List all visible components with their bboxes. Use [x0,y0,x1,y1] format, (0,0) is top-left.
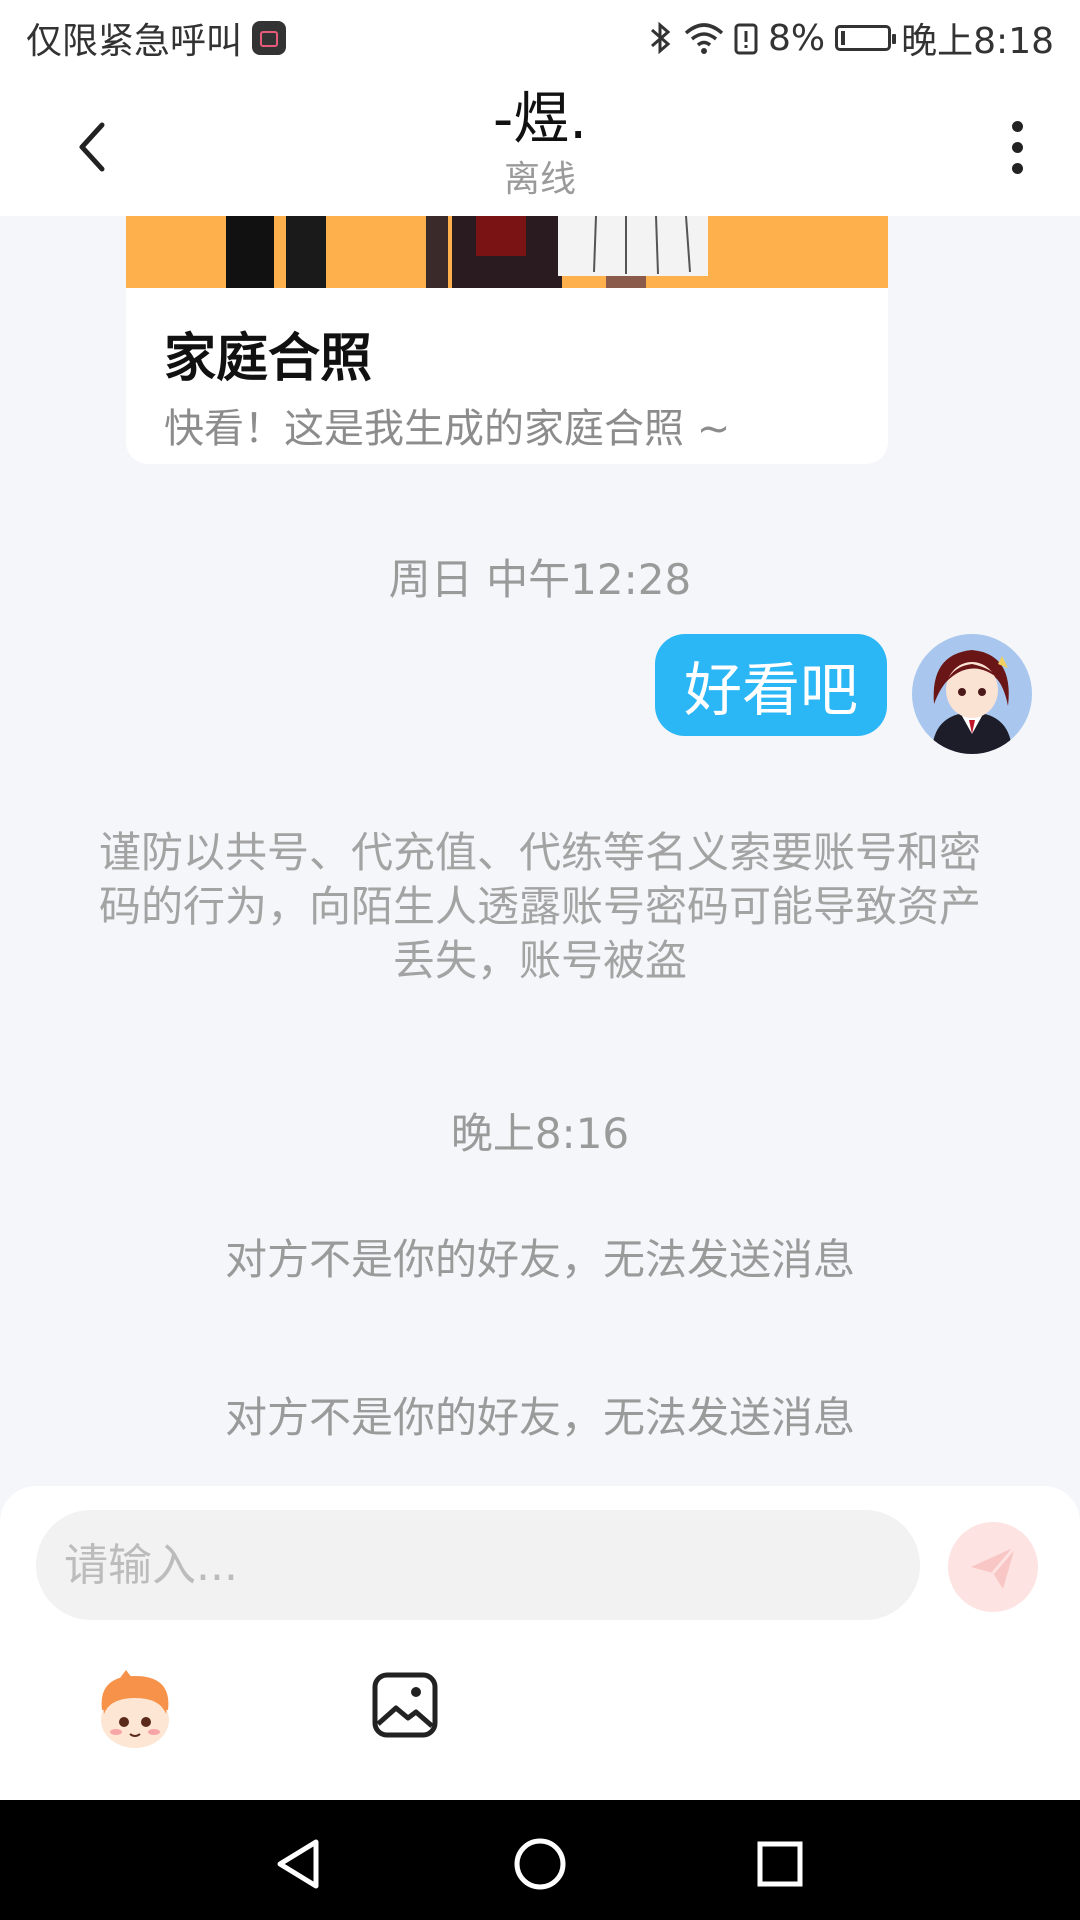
status-right: 8% 晚上8:18 [648,12,1054,64]
wifi-icon [684,23,724,54]
nav-back-icon [277,1839,319,1889]
emoji-button[interactable] [90,1670,180,1754]
card-image [126,216,888,288]
chat-header: -煜. 离线 [0,76,1080,216]
card-description: 快看！这是我生成的家庭合照 ~ [164,406,731,452]
send-button[interactable] [948,1522,1038,1612]
card-title: 家庭合照 [164,329,373,389]
emoji-mascot-icon [101,1670,169,1748]
image-button[interactable] [370,1670,440,1740]
message-input[interactable] [36,1510,920,1620]
system-notice: 对方不是你的好友，无法发送消息 [224,1393,855,1442]
battery-alert-icon [734,23,758,55]
system-notice: 对方不是你的好友，无法发送消息 [224,1235,855,1284]
online-status: 离线 [503,159,576,200]
timestamp: 晚上8:16 [450,1109,630,1158]
message-bubble[interactable]: 好看吧 [655,634,887,736]
nav-home-button[interactable] [510,1834,570,1894]
send-icon [971,1546,1017,1589]
system-nav-bar [0,1800,1080,1920]
more-vertical-icon [1011,120,1023,132]
status-time: 晚上8:18 [901,21,1054,62]
chat-title: -煜. [492,87,587,152]
nav-recents-icon [757,1841,803,1887]
input-area [0,1486,1080,1800]
nav-back-button[interactable] [270,1834,330,1894]
screen-record-icon [252,21,287,55]
status-bar: 仅限紧急呼叫 8% 晚上8:18 [0,0,1080,76]
nav-home-icon [514,1838,566,1890]
nav-recents-button[interactable] [750,1834,810,1894]
image-icon [372,1672,438,1738]
timestamp: 周日 中午12:28 [388,555,692,604]
emergency-call-text: 仅限紧急呼叫 [26,21,243,62]
more-button[interactable] [992,112,1042,182]
family-photo-card[interactable]: 家庭合照 快看！这是我生成的家庭合照 ~ [126,216,888,464]
battery-icon [835,25,897,51]
security-notice: 谨防以共号、代充值、代练等名义索要账号和密码的行为，向陌生人透露账号密码可能导致… [98,828,981,985]
battery-percent: 8% [768,17,826,59]
avatar[interactable] [912,634,1032,754]
bluetooth-icon [651,21,671,55]
status-left: 仅限紧急呼叫 [26,12,287,64]
